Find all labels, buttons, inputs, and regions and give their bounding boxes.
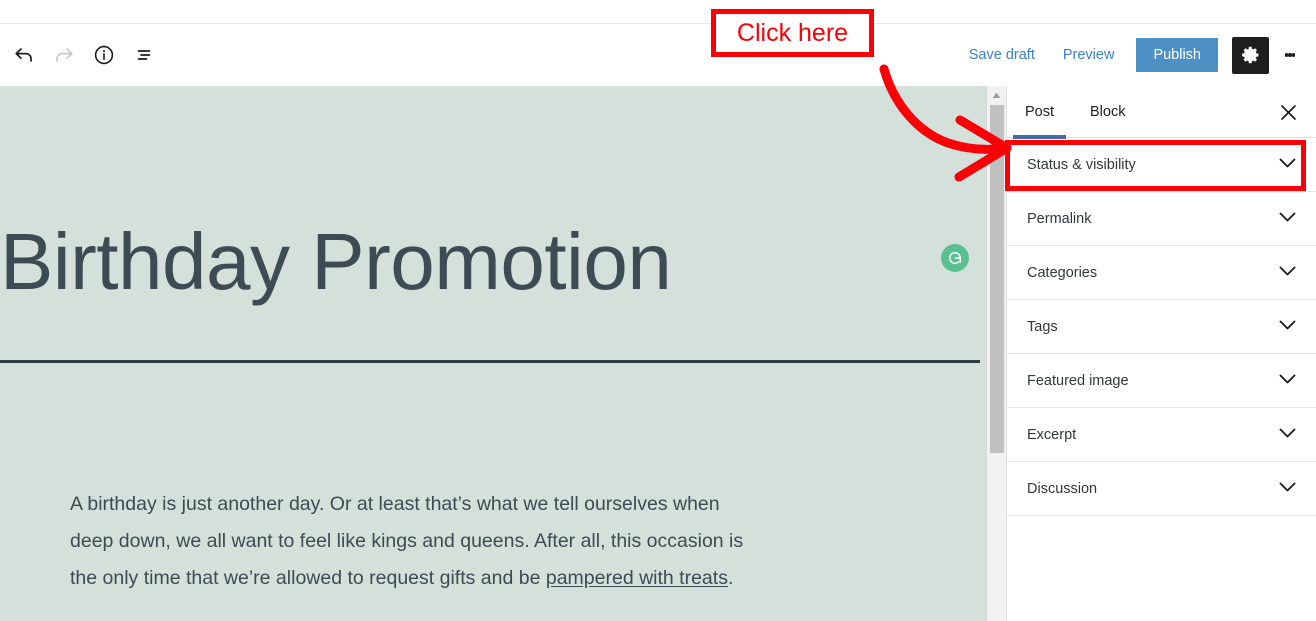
redo-arrow-icon[interactable] [44,35,84,75]
click-here-label: Click here [736,18,849,47]
settings-sidebar: Post Block Status & visibility Permalink… [1006,86,1316,621]
editor-canvas[interactable]: Birthday Promotion A birthday is just an… [0,86,986,621]
panel-label: Discussion [1027,480,1098,497]
chevron-down-icon [1279,372,1296,390]
sidebar-item-discussion[interactable]: Discussion [1007,462,1316,516]
kebab-menu-icon[interactable] [1272,35,1308,75]
wordpress-block-editor: Save draft Preview Publish Birthday Prom… [0,0,1316,621]
post-body-paragraph[interactable]: A birthday is just another day. Or at le… [70,486,760,597]
sidebar-tab-bar: Post Block [1007,86,1316,139]
panel-label: Status & visibility [1027,156,1136,173]
header-left-tools [0,24,164,86]
chevron-down-icon [1279,264,1296,282]
panel-label: Permalink [1027,210,1092,227]
separator-block [0,360,980,363]
tab-block[interactable]: Block [1072,86,1143,138]
page-title[interactable]: Birthday Promotion [0,221,960,302]
preview-button[interactable]: Preview [1049,41,1129,69]
editor-header: Save draft Preview Publish [0,24,1316,86]
sidebar-item-permalink[interactable]: Permalink [1007,192,1316,246]
header-right-actions: Save draft Preview Publish [955,24,1308,86]
scroll-up-arrow-icon[interactable] [987,86,1006,105]
scrollbar-thumb[interactable] [990,105,1004,453]
canvas-scrollbar[interactable] [986,86,1006,621]
tab-post[interactable]: Post [1007,86,1072,139]
sidebar-item-featured-image[interactable]: Featured image [1007,354,1316,408]
gear-icon[interactable] [1232,36,1269,74]
panel-label: Categories [1027,264,1098,281]
panel-label: Tags [1027,318,1058,335]
panel-label: Featured image [1027,372,1129,389]
info-circle-icon[interactable] [84,35,124,75]
click-here-callout: Click here [711,9,874,57]
undo-arrow-icon[interactable] [4,35,44,75]
sidebar-item-tags[interactable]: Tags [1007,300,1316,354]
chevron-down-icon [1279,426,1296,444]
publish-button[interactable]: Publish [1136,38,1218,72]
body-text-part2: . [727,566,734,589]
close-icon[interactable] [1270,94,1306,130]
kebab-dot [1291,53,1296,57]
sidebar-item-categories[interactable]: Categories [1007,246,1316,300]
body-inline-link[interactable]: pampered with treats [546,567,728,589]
chevron-down-icon [1279,318,1296,336]
chevron-down-icon [1279,480,1296,498]
list-view-icon[interactable] [124,35,164,75]
panel-label: Excerpt [1027,426,1077,443]
sidebar-item-excerpt[interactable]: Excerpt [1007,408,1316,462]
save-draft-button[interactable]: Save draft [955,41,1049,69]
grammarly-circle-icon[interactable] [941,244,969,272]
chevron-down-icon [1279,210,1296,228]
top-strip [0,0,1316,24]
chevron-down-icon [1279,156,1296,174]
sidebar-item-status-visibility[interactable]: Status & visibility [1007,138,1316,192]
